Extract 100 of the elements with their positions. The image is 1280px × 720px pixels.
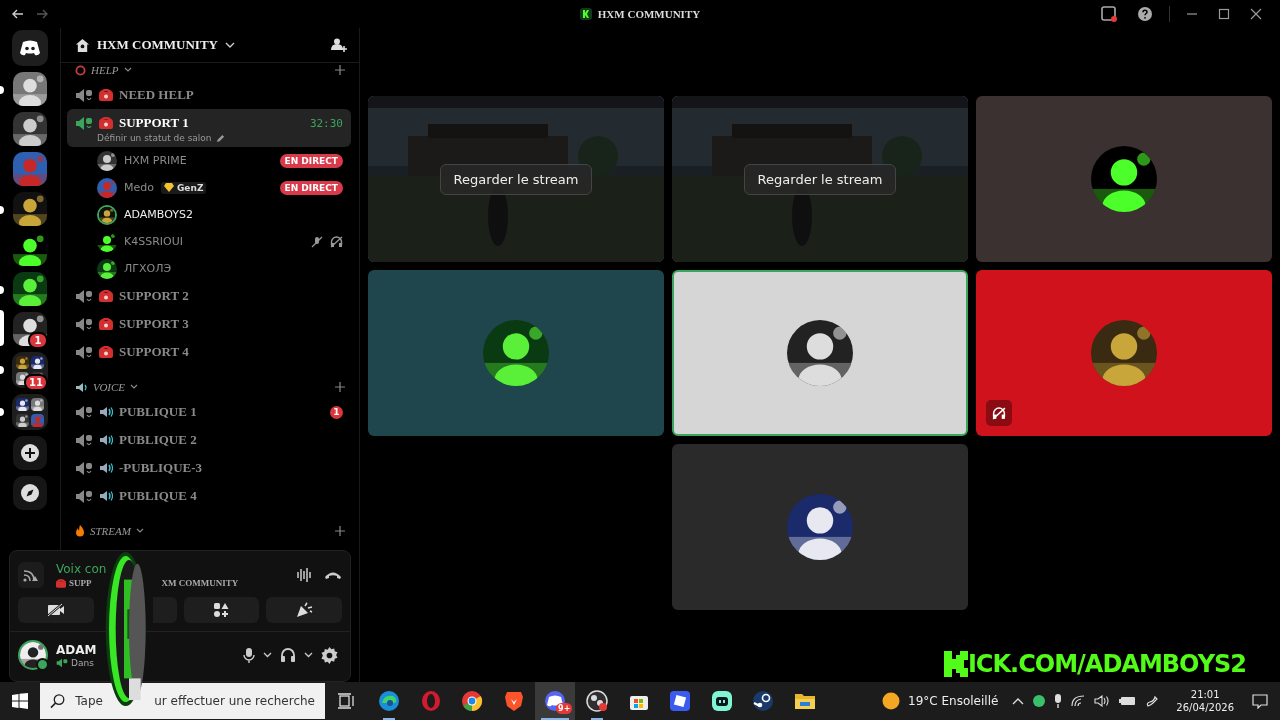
speaker-icon <box>75 381 88 393</box>
chevron-icon[interactable] <box>224 41 235 49</box>
weather-text[interactable]: 19°C Ensoleillé <box>908 694 999 708</box>
chevron-icon[interactable] <box>123 67 132 73</box>
task-view-icon[interactable] <box>337 693 355 709</box>
watch-stream-button[interactable]: Regarder le stream <box>439 163 593 195</box>
server-icon <box>579 8 592 20</box>
record-logo-icon <box>585 690 608 712</box>
server-name[interactable]: HXM COMMUNITY <box>97 37 218 53</box>
microphone-icon[interactable] <box>243 647 255 663</box>
kick-logo-icon <box>943 651 968 677</box>
call-timer: 32:30 <box>309 116 343 130</box>
chevron-up-icon[interactable] <box>1012 697 1025 705</box>
voice-channel[interactable]: PUBLIQUE 2 <box>67 426 351 454</box>
voice-channel[interactable]: SUPPORT 3 <box>67 310 351 338</box>
back-icon[interactable] <box>12 9 24 19</box>
add-server-button[interactable] <box>13 436 47 470</box>
volume-icon[interactable] <box>1094 695 1111 707</box>
plus-icon[interactable] <box>335 526 345 536</box>
watch-stream-button[interactable]: Regarder le stream <box>743 163 897 195</box>
video-tile[interactable] <box>976 96 1272 262</box>
member-name[interactable]: ADAMBOYS2 <box>124 208 193 221</box>
video-tile[interactable] <box>976 270 1272 436</box>
channel-name[interactable]: SUPP <box>69 578 92 588</box>
search-placeholder: Tape <box>75 694 103 708</box>
search-field[interactable]: Tape ur effectuer une recherche <box>40 683 325 719</box>
date-text: 26/04/2026 <box>1176 701 1234 715</box>
plus-icon[interactable] <box>335 382 345 392</box>
video-tile[interactable]: Regarder le stream <box>672 96 968 262</box>
ring-logo-icon <box>419 690 442 712</box>
help-icon[interactable] <box>1137 6 1153 22</box>
activities-button[interactable] <box>183 597 260 623</box>
start-icon[interactable] <box>12 693 28 709</box>
chevron-icon[interactable] <box>263 652 272 658</box>
video-tile[interactable] <box>672 444 968 610</box>
headphones-icon[interactable] <box>280 647 296 663</box>
home-icon <box>75 37 90 53</box>
voice-locked-icon <box>75 432 93 448</box>
voice-channel[interactable]: -PUBLIQUE-3 <box>67 454 351 482</box>
voice-channel[interactable]: NEED HELP <box>67 81 351 109</box>
category-name[interactable]: STREAM <box>90 525 131 537</box>
member-name[interactable]: HXM PRIME <box>124 154 187 167</box>
hang-up-icon[interactable] <box>324 570 342 580</box>
voice-locked-icon <box>75 316 93 332</box>
server-name[interactable]: XM COMMUNITY <box>161 578 239 588</box>
live-badge: EN DIRECT <box>279 180 343 195</box>
server-folder[interactable] <box>12 394 48 430</box>
video-tile[interactable]: Regarder le stream <box>368 96 664 262</box>
connection-button[interactable] <box>18 562 44 588</box>
member-name[interactable]: ЛГХОЛЭ <box>124 262 172 275</box>
video-tile[interactable] <box>368 270 664 436</box>
soundboard-button[interactable] <box>266 597 342 623</box>
speaker-icon <box>99 462 113 474</box>
voice-channel[interactable]: SUPPORT 1 32:30 Définir un statut de salon <box>67 109 351 147</box>
plus-icon <box>21 444 39 462</box>
clock[interactable]: 21:01 26/04/2026 <box>1176 687 1234 715</box>
notification-icon[interactable] <box>1252 693 1268 709</box>
chevron-icon[interactable] <box>135 528 144 534</box>
maximize-icon[interactable] <box>1218 8 1230 20</box>
wifi-icon[interactable] <box>1071 695 1086 707</box>
category-name[interactable]: HELP <box>91 64 119 76</box>
microphone-icon[interactable] <box>1054 694 1063 708</box>
battery-icon[interactable] <box>1119 696 1138 706</box>
chevron-icon[interactable] <box>304 652 313 658</box>
settings-icon[interactable] <box>321 646 338 664</box>
category-name[interactable]: VOICE <box>93 381 126 393</box>
telephone-icon <box>99 318 113 330</box>
video-tile[interactable] <box>672 270 968 436</box>
taskbar-app[interactable]: 9+ <box>535 682 576 720</box>
voice-channel[interactable]: PUBLIQUE 1 1 <box>67 398 351 426</box>
fire-icon <box>75 525 85 537</box>
sun-icon <box>882 692 900 710</box>
search-placeholder: ur effectuer une recherche <box>154 694 315 708</box>
status-dot-icon[interactable] <box>1033 695 1046 707</box>
pencil-icon[interactable] <box>215 133 225 143</box>
tilted-square-icon <box>669 690 692 712</box>
home-button[interactable] <box>12 30 48 66</box>
chevron-icon[interactable] <box>130 384 139 390</box>
window-title: HXM COMMUNITY <box>597 8 701 20</box>
forward-icon[interactable] <box>36 9 48 19</box>
voice-locked-icon <box>75 404 93 420</box>
plus-icon[interactable] <box>335 65 345 75</box>
overlay-caption: ICK.COM/ADAMBOYS2 <box>967 650 1246 678</box>
close-icon[interactable] <box>1250 8 1262 20</box>
member-name[interactable]: K4SSRIOUI <box>124 235 184 248</box>
wave-logo-icon <box>378 690 400 712</box>
voice-channel[interactable]: SUPPORT 2 <box>67 282 351 310</box>
party-popper-icon <box>295 602 313 618</box>
member-name[interactable]: Medo <box>124 181 154 194</box>
voice-channel[interactable]: PUBLIQUE 4 <box>67 482 351 510</box>
lion-logo-icon <box>503 690 524 712</box>
discover-button[interactable] <box>13 476 47 510</box>
add-member-icon[interactable] <box>331 37 347 53</box>
browser-logo-icon <box>461 690 484 712</box>
inbox-icon[interactable] <box>1101 6 1117 22</box>
camera-off-icon <box>46 603 65 617</box>
waveform-icon[interactable] <box>296 567 312 583</box>
voice-channel[interactable]: SUPPORT 4 <box>67 338 351 366</box>
channel-status[interactable]: Définir un statut de salon <box>97 133 212 143</box>
camera-button[interactable] <box>18 597 94 623</box>
